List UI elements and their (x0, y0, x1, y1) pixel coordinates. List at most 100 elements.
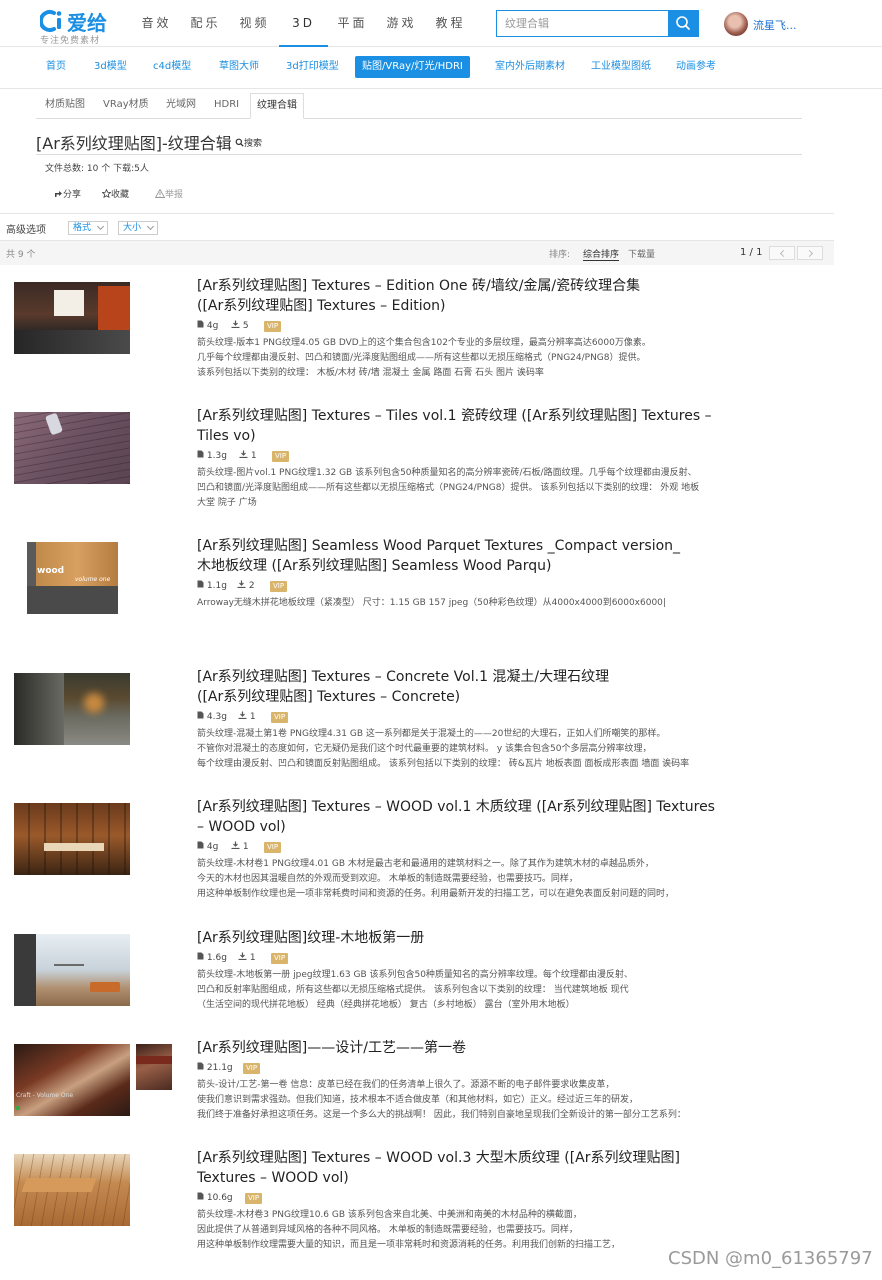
search-link[interactable]: 搜索 (235, 136, 262, 149)
description-line: 凹凸和镜面/光泽度贴图组成——所有这些都以无损压缩格式（PNG24/PNG8）提… (197, 483, 700, 493)
list-item[interactable]: [Ar系列纹理贴图] Textures – WOOD vol.1 木质纹理 ([… (0, 797, 834, 927)
report-button[interactable]: 举报 (154, 187, 184, 200)
file-size-value: 21.1g (206, 1063, 233, 1073)
search-icon (235, 138, 244, 147)
nav-item-video[interactable]: 视频 (230, 0, 279, 47)
vip-badge: VIP (272, 451, 290, 462)
search-button[interactable] (668, 10, 699, 37)
item-thumbnail[interactable] (14, 412, 130, 484)
item-title-line: [Ar系列纹理贴图] Textures – Concrete Vol.1 混凝土… (197, 669, 610, 685)
item-title[interactable]: [Ar系列纹理贴图] Textures – Concrete Vol.1 混凝土… (197, 667, 717, 707)
description-line: 因此提供了从普通到异域风格的各种不同风格。 木单板的制造既需要经验，也需要技巧。… (197, 1225, 578, 1235)
item-thumbnail[interactable] (14, 673, 130, 745)
nav-item-game[interactable]: 游戏 (377, 0, 426, 47)
tab-ies[interactable]: 光域网 (160, 93, 202, 119)
item-title-line: [Ar系列纹理贴图] Textures – WOOD vol.1 木质纹理 ([… (197, 799, 715, 815)
file-icon (197, 711, 204, 719)
subnav-item-animation[interactable]: 动画参考 (676, 56, 716, 78)
nav-item-3d[interactable]: 3D (279, 0, 328, 47)
format-dropdown[interactable]: 格式 (68, 221, 109, 235)
logo-icon (40, 10, 62, 32)
file-icon (197, 841, 204, 849)
description-line: 使我们意识到需求强劲。但我们知道，技术根本不适合做皮革（和其他材料，如它）正义。… (197, 1095, 639, 1105)
nav-item-music[interactable]: 配乐 (181, 0, 230, 47)
search-input[interactable] (496, 10, 669, 37)
page-title: [Ar系列纹理贴图]-纹理合辑 (36, 134, 232, 153)
thumbnail-caption: wood (37, 566, 65, 576)
nav-item-graphic[interactable]: 平面 (328, 0, 377, 47)
item-thumbnail[interactable]: Craft - Volume One (14, 1044, 130, 1116)
item-description: 箭头-设计/工艺-第一卷 信息：皮革已经在我们的任务清单上很久了。源源不断的电子… (197, 1078, 717, 1123)
download-icon (238, 711, 247, 720)
file-icon (197, 1062, 204, 1070)
subnav-item-3d-print[interactable]: 3d打印模型 (286, 56, 339, 78)
tab-material[interactable]: 材质贴图 (39, 93, 91, 119)
download-icon (238, 952, 247, 961)
item-title[interactable]: [Ar系列纹理贴图] Textures – Edition One 砖/墙纹/金… (197, 276, 717, 316)
file-icon (197, 1192, 204, 1200)
item-thumbnail[interactable] (14, 1154, 130, 1226)
subnav-item-postwork[interactable]: 室内外后期素材 (495, 56, 565, 78)
tab-vray[interactable]: VRay材质 (97, 93, 155, 119)
logo-text: 爱给 (67, 11, 107, 35)
item-title[interactable]: [Ar系列纹理贴图] Textures – WOOD vol.1 木质纹理 ([… (197, 797, 717, 837)
list-item[interactable]: [Ar系列纹理贴图] Textures – Tiles vol.1 瓷砖纹理 (… (0, 406, 834, 536)
subnav-item-c4d[interactable]: c4d模型 (153, 56, 191, 78)
description-line: 箭头纹理-混凝土第1卷 PNG纹理4.31 GB 这一系列都是关于混凝土的——2… (197, 729, 666, 739)
favorite-button[interactable]: 收藏 (101, 187, 129, 200)
item-title-line: ([Ar系列纹理贴图] Textures – Concrete) (197, 689, 461, 705)
item-title[interactable]: [Ar系列纹理贴图]纹理-木地板第一册 (197, 928, 717, 948)
download-count-value: 1 (242, 842, 249, 852)
tab-texture-collection[interactable]: 纹理合辑 (250, 93, 304, 119)
subnav-item-home[interactable]: 首页 (46, 56, 66, 78)
nav-item-sound[interactable]: 音效 (132, 0, 181, 47)
list-item[interactable]: [Ar系列纹理贴图] Textures – Concrete Vol.1 混凝土… (0, 667, 834, 797)
pager-prev-button[interactable] (769, 246, 795, 260)
item-title[interactable]: [Ar系列纹理贴图]——设计/工艺——第一卷 (197, 1038, 717, 1058)
item-title[interactable]: [Ar系列纹理贴图] Textures – Tiles vol.1 瓷砖纹理 (… (197, 406, 717, 446)
download-count: 2 (237, 580, 255, 591)
download-icon (237, 580, 246, 589)
subnav-item-3d-model[interactable]: 3d模型 (94, 56, 127, 78)
subnav-item-textures[interactable]: 贴图/VRay/灯光/HDRI (355, 56, 470, 78)
description-line: 箭头纹理-版本1 PNG纹理4.05 GB DVD上的这个集合包含102个专业的… (197, 338, 651, 348)
tab-hdri[interactable]: HDRI (208, 93, 245, 119)
download-icon (239, 450, 248, 459)
item-thumbnail[interactable]: wood volume one (27, 542, 118, 614)
site-logo[interactable]: 爱给 专注免费素材 (40, 6, 120, 46)
nav-item-tutorial[interactable]: 教程 (426, 0, 475, 47)
result-count: 共 9 个 (6, 250, 36, 260)
avatar[interactable] (724, 12, 748, 36)
list-item[interactable]: wood volume one [Ar系列纹理贴图] Seamless Wood… (0, 536, 834, 666)
list-item[interactable]: [Ar系列纹理贴图] Textures – Edition One 砖/墙纹/金… (0, 276, 834, 406)
item-thumbnail[interactable] (14, 934, 130, 1006)
item-title[interactable]: [Ar系列纹理贴图] Seamless Wood Parquet Texture… (197, 536, 717, 576)
item-title[interactable]: [Ar系列纹理贴图] Textures – WOOD vol.3 大型木质纹理 … (197, 1148, 717, 1188)
item-thumbnail[interactable] (14, 803, 130, 875)
sort-downloads[interactable]: 下载量 (628, 247, 655, 260)
description-line: 该系列包括以下类别的纹理： 木板/木材 砖/墙 混凝土 金属 路面 石膏 石头 … (197, 368, 544, 378)
file-size-value: 1.3g (206, 451, 227, 461)
report-label: 举报 (165, 190, 184, 200)
file-size-value: 4.3g (206, 712, 227, 722)
item-title-line: [Ar系列纹理贴图] Textures – Tiles vol.1 瓷砖纹理 (… (197, 408, 712, 424)
advanced-options-label: 高级选项 (6, 225, 46, 236)
pager-next-button[interactable] (797, 246, 823, 260)
share-button[interactable]: 分享 (54, 187, 81, 200)
description-line: 箭头纹理-木材卷3 PNG纹理10.6 GB 该系列包含来自北美、中美洲和南美的… (197, 1210, 582, 1220)
subnav-item-industrial[interactable]: 工业模型图纸 (591, 56, 651, 78)
item-description: 箭头纹理-木材卷1 PNG纹理4.01 GB 木材是最古老和最通用的建筑材料之一… (197, 857, 717, 902)
sort-comprehensive[interactable]: 综合排序 (583, 247, 620, 261)
download-count-value: 1 (249, 953, 256, 963)
file-size-value: 1.1g (206, 581, 227, 591)
description-line: 我们终于准备好承担这项任务。这是一个多么大的挑战啊！ 因此，我们特别自豪地呈现我… (197, 1110, 686, 1120)
subnav-item-sketchup[interactable]: 草图大师 (219, 56, 259, 78)
watermark: CSDN @m0_61365797 (668, 1248, 873, 1269)
item-thumbnail-secondary[interactable] (136, 1044, 172, 1090)
username[interactable]: 流星飞... (753, 17, 797, 33)
file-size: 1.1g (197, 580, 227, 591)
download-icon (231, 841, 240, 850)
size-dropdown[interactable]: 大小 (118, 221, 159, 235)
item-thumbnail[interactable] (14, 282, 130, 354)
description-line: 凹凸和反射率贴图组成，所有这些都以无损压缩格式提供。 该系列包含以下类别的纹理：… (197, 985, 629, 995)
